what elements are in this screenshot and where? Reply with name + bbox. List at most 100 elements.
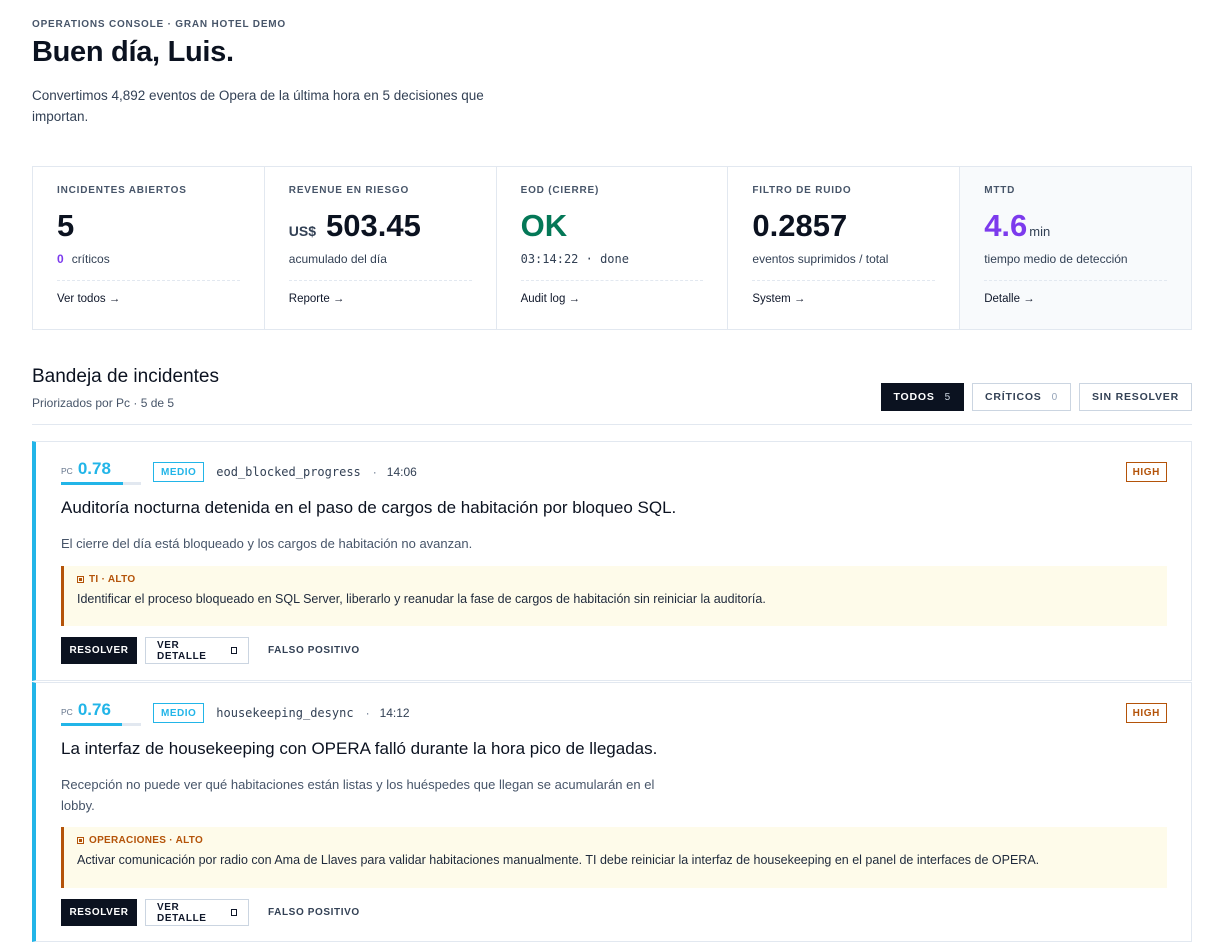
- kpi-value: 4.6 min: [984, 208, 1167, 244]
- action-tag: OPERACIONES · ALTO: [77, 835, 1167, 846]
- action-tag-label: TI · ALTO: [89, 574, 136, 585]
- incident-description: El cierre del día está bloqueado y los c…: [61, 536, 473, 551]
- incident-code: eod_blocked_progress: [216, 465, 361, 479]
- resolve-button[interactable]: RESOLVER: [61, 637, 137, 664]
- system-link[interactable]: System →: [752, 293, 935, 305]
- incident-code: housekeeping_desync: [216, 706, 354, 720]
- pc-score: PC 0.76: [61, 700, 141, 726]
- pc-value: 0.78: [77, 459, 111, 478]
- incident-time: 14:12: [379, 706, 410, 720]
- incident-actions: RESOLVER VER DETALLE FALSO POSITIVO: [61, 637, 371, 664]
- separator: ·: [372, 465, 377, 479]
- pc-bar: [61, 482, 141, 485]
- filter-label: SIN RESOLVER: [1091, 391, 1179, 403]
- kpi-value-number: 5: [57, 208, 75, 243]
- incident-actions: RESOLVER VER DETALLE FALSO POSITIVO: [61, 899, 371, 926]
- page-title: Buen día, Luis.: [32, 36, 234, 68]
- pc-bar-fill: [61, 723, 122, 726]
- eyebrow: OPERATIONS CONSOLE · GRAN HOTEL DEMO: [32, 19, 286, 30]
- kpi-strip: INCIDENTES ABIERTOS 5 0 críticos Ver todo…: [32, 166, 1192, 330]
- severity-badge: MEDIO: [153, 703, 205, 723]
- external-link-icon: [231, 647, 237, 654]
- kpi-value: 5: [57, 208, 240, 244]
- kpi-label: MTTD: [984, 185, 1016, 196]
- kpi-value: US$ 503.45: [289, 208, 472, 244]
- filter-label: TODOS: [893, 391, 935, 403]
- kpi-label: REVENUE EN RIESGO: [288, 185, 410, 196]
- incident-header: PC 0.78 MEDIO eod_blocked_progress · 14:0…: [61, 459, 1167, 485]
- action-tag: TI · ALTO: [77, 574, 1167, 585]
- filter-unresolved-button[interactable]: SIN RESOLVER: [1078, 383, 1192, 411]
- kpi-sub: eventos suprimidos / total: [752, 252, 936, 281]
- kpi-value-number: 0.2857: [752, 208, 848, 243]
- inbox-subtitle: Priorizados por Pc · 5 de 5: [32, 396, 175, 410]
- kpi-label: INCIDENTES ABIERTOS: [57, 185, 187, 196]
- kpi-unit: min: [1029, 224, 1051, 239]
- view-detail-button[interactable]: VER DETALLE: [145, 637, 249, 664]
- kpi-label: FILTRO DE RUIDO: [752, 185, 852, 196]
- incident-title: Auditoría nocturna detenida en el paso d…: [61, 498, 677, 517]
- action-tag-label: OPERACIONES · ALTO: [89, 835, 204, 846]
- pc-bar-fill: [61, 482, 124, 485]
- action-text: Identificar el proceso bloqueado en SQL …: [77, 592, 766, 606]
- kpi-value: OK: [521, 208, 704, 244]
- inbox-title: Bandeja de incidentes: [32, 366, 219, 387]
- kpi-label: EOD (CIERRE): [520, 185, 600, 196]
- kpi-sub: 0 críticos: [57, 252, 240, 281]
- recommended-action: OPERACIONES · ALTO Activar comunicación …: [61, 827, 1167, 888]
- filter-group: TODOS 5 CRÍTICOS 0 SIN RESOLVER: [880, 383, 1192, 411]
- filter-count: 0: [1051, 391, 1058, 403]
- false-positive-button[interactable]: FALSO POSITIVO: [257, 899, 371, 926]
- kpi-mttd: MTTD 4.6 min tiempo medio de detección De…: [960, 167, 1191, 329]
- owner-icon: [77, 576, 84, 583]
- see-all-link[interactable]: Ver todos →: [57, 293, 240, 305]
- incident-description: Recepción no puede ver qué habitaciones …: [61, 777, 655, 813]
- kpi-value: 0.2857: [752, 208, 935, 244]
- incident-header: PC 0.76 MEDIO housekeeping_desync · 14:12…: [61, 700, 1167, 726]
- kpi-value-number: 503.45: [326, 208, 421, 243]
- incident-time: 14:06: [386, 465, 417, 479]
- currency-prefix: US$: [288, 223, 317, 239]
- priority-badge: HIGH: [1125, 703, 1167, 723]
- kpi-revenue-at-risk: REVENUE EN RIESGO US$ 503.45 acumulado de…: [265, 167, 497, 329]
- priority-badge: HIGH: [1125, 462, 1167, 482]
- pc-value: 0.76: [77, 700, 111, 719]
- detail-link[interactable]: Detalle →: [984, 293, 1167, 305]
- filter-label: CRÍTICOS: [985, 391, 1042, 403]
- kpi-sub: acumulado del día: [288, 252, 472, 281]
- pc-bar: [61, 723, 141, 726]
- divider: [32, 424, 1192, 425]
- kpi-noise-filter: FILTRO DE RUIDO 0.2857 eventos suprimido…: [728, 167, 961, 329]
- pc-score: PC 0.78: [61, 459, 141, 485]
- view-detail-button[interactable]: VER DETALLE: [145, 899, 249, 926]
- external-link-icon: [231, 909, 237, 916]
- critical-count: 0: [57, 252, 64, 266]
- pc-label: PC: [61, 466, 73, 476]
- incident-card: PC 0.76 MEDIO housekeeping_desync · 14:12…: [32, 682, 1192, 942]
- kpi-sub: tiempo medio de detección: [984, 252, 1167, 281]
- resolve-button[interactable]: RESOLVER: [61, 899, 137, 926]
- separator: ·: [365, 706, 370, 720]
- filter-critical-button[interactable]: CRÍTICOS 0: [972, 383, 1071, 411]
- kpi-sub: 03:14:22 · done: [520, 252, 704, 281]
- pc-label: PC: [61, 707, 73, 717]
- filter-count: 5: [944, 391, 952, 403]
- recommended-action: TI · ALTO Identificar el proceso bloquea…: [61, 566, 1167, 626]
- page-subtitle: Convertimos 4,892 eventos de Opera de la…: [32, 88, 484, 124]
- incident-card: PC 0.78 MEDIO eod_blocked_progress · 14:0…: [32, 441, 1192, 681]
- view-detail-label: VER DETALLE: [157, 901, 207, 924]
- filter-all-button[interactable]: TODOS 5: [880, 383, 965, 411]
- owner-icon: [77, 837, 84, 844]
- report-link[interactable]: Reporte →: [289, 293, 472, 305]
- kpi-value-number: 4.6: [984, 208, 1028, 243]
- audit-log-link[interactable]: Audit log →: [521, 293, 704, 305]
- action-text: Activar comunicación por radio con Ama d…: [77, 853, 1040, 867]
- kpi-open-incidents: INCIDENTES ABIERTOS 5 0 críticos Ver todo…: [33, 167, 265, 329]
- severity-badge: MEDIO: [153, 462, 205, 482]
- kpi-value-number: OK: [520, 208, 568, 243]
- false-positive-button[interactable]: FALSO POSITIVO: [257, 637, 371, 664]
- view-detail-label: VER DETALLE: [157, 639, 207, 662]
- kpi-eod: EOD (CIERRE) OK 03:14:22 · done Audit lo…: [497, 167, 729, 329]
- kpi-sub-text: críticos: [71, 252, 110, 266]
- incident-title: La interfaz de housekeeping con OPERA fa…: [61, 739, 658, 758]
